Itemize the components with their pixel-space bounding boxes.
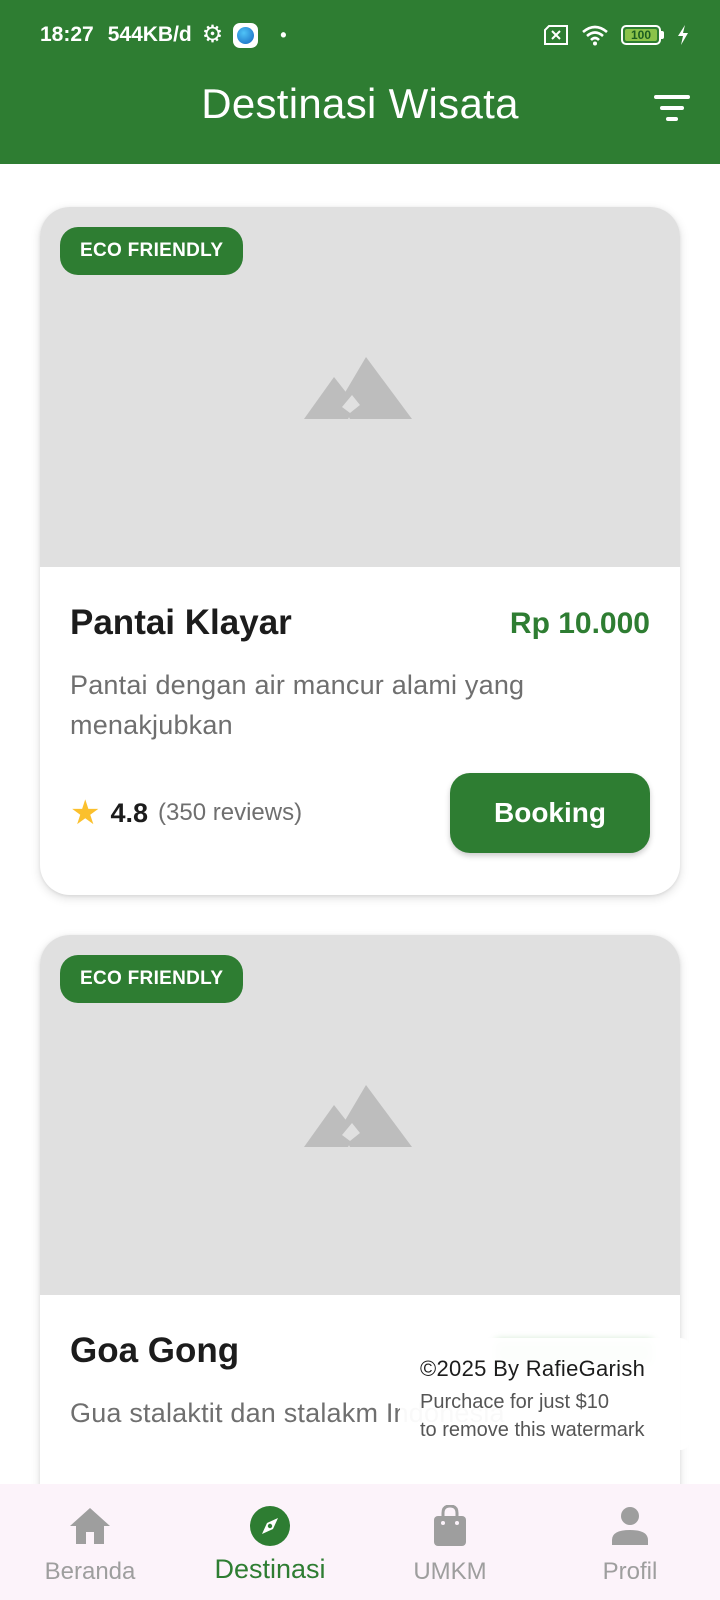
network-speed: 544KB/d bbox=[107, 23, 192, 46]
destination-name: Goa Gong bbox=[70, 1331, 240, 1370]
review-count: (350 reviews) bbox=[158, 799, 303, 826]
rating-score: 4.8 bbox=[110, 797, 149, 828]
nav-label: Destinasi bbox=[214, 1554, 326, 1584]
battery-icon: 100 bbox=[621, 25, 664, 45]
nav-item-profil[interactable]: Profil bbox=[540, 1484, 720, 1600]
eco-friendly-badge: ECO FRIENDLY bbox=[60, 227, 244, 275]
destination-card[interactable]: ECO FRIENDLY Pantai Klayar Rp 10.000 Pan… bbox=[40, 207, 680, 895]
image-placeholder-icon bbox=[304, 1085, 412, 1147]
top-app-bar: 18:27 544KB/d ⚙ • 100 Destinasi Wisata bbox=[0, 0, 720, 164]
watermark: ©2025 By RafieGarish Purchace for just $… bbox=[400, 1338, 690, 1450]
destination-price: Rp 10.000 bbox=[509, 607, 650, 640]
dot-icon: • bbox=[280, 24, 287, 45]
app-notification-icon bbox=[233, 22, 259, 48]
image-placeholder-icon bbox=[304, 357, 412, 419]
destination-list[interactable]: ECO FRIENDLY Pantai Klayar Rp 10.000 Pan… bbox=[0, 164, 720, 1484]
rating: ★ 4.8 (350 reviews) bbox=[70, 793, 302, 833]
person-icon bbox=[611, 1504, 649, 1548]
bottom-navigation: Beranda Destinasi UMKM Profil bbox=[0, 1484, 720, 1600]
battery-level: 100 bbox=[625, 28, 657, 42]
nav-item-beranda[interactable]: Beranda bbox=[0, 1484, 180, 1600]
watermark-copyright: ©2025 By RafieGarish bbox=[420, 1356, 646, 1381]
gear-icon: ⚙ bbox=[201, 21, 224, 48]
nav-label: UMKM bbox=[413, 1558, 487, 1585]
compass-icon bbox=[249, 1504, 291, 1548]
wifi-icon bbox=[582, 25, 608, 46]
nav-item-destinasi[interactable]: Destinasi bbox=[180, 1484, 360, 1600]
destination-name: Pantai Klayar bbox=[70, 603, 292, 642]
home-icon bbox=[69, 1504, 111, 1548]
status-bar: 18:27 544KB/d ⚙ • 100 bbox=[0, 0, 720, 70]
nav-label: Beranda bbox=[44, 1558, 136, 1585]
star-icon: ★ bbox=[70, 794, 101, 832]
eco-friendly-badge: ECO FRIENDLY bbox=[60, 955, 244, 1003]
shopping-bag-icon bbox=[432, 1504, 468, 1548]
watermark-purchase: Purchace for just $10 bbox=[420, 1391, 609, 1413]
watermark-remove: to remove this watermark bbox=[420, 1419, 645, 1441]
page-title: Destinasi Wisata bbox=[201, 80, 519, 127]
destination-image: ECO FRIENDLY bbox=[40, 207, 680, 567]
charging-icon bbox=[678, 25, 688, 45]
nav-label: Profil bbox=[602, 1558, 658, 1585]
nav-item-umkm[interactable]: UMKM bbox=[360, 1484, 540, 1600]
destination-image: ECO FRIENDLY bbox=[40, 935, 680, 1295]
booking-button[interactable]: Booking bbox=[450, 773, 650, 853]
no-sim-icon bbox=[544, 25, 568, 45]
destination-description: Pantai dengan air mancur alami yang mena… bbox=[70, 670, 525, 740]
status-time: 18:27 bbox=[40, 23, 94, 46]
filter-icon[interactable] bbox=[652, 93, 692, 123]
